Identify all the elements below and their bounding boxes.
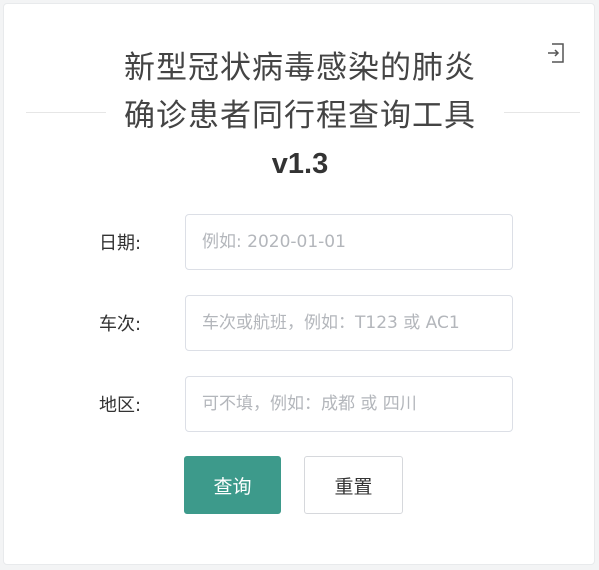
query-card: 新型冠状病毒感染的肺炎 确诊患者同行程查询工具 v1.3 日期: 车次: 地区:… (3, 3, 595, 565)
date-label: 日期: (99, 233, 142, 254)
region-input[interactable] (185, 376, 513, 432)
version-label: v1.3 (271, 148, 329, 180)
trip-input[interactable] (185, 295, 513, 351)
title-line-2: 确诊患者同行程查询工具 (124, 98, 476, 134)
date-input[interactable] (185, 214, 513, 270)
title-line-1: 新型冠状病毒感染的肺炎 (124, 50, 476, 86)
query-button[interactable]: 查询 (184, 456, 281, 514)
trip-label: 车次: (99, 314, 142, 335)
region-label: 地区: (99, 395, 142, 416)
page-title: 新型冠状病毒感染的肺炎 确诊患者同行程查询工具 v1.3 (4, 44, 596, 182)
reset-button[interactable]: 重置 (304, 456, 403, 514)
